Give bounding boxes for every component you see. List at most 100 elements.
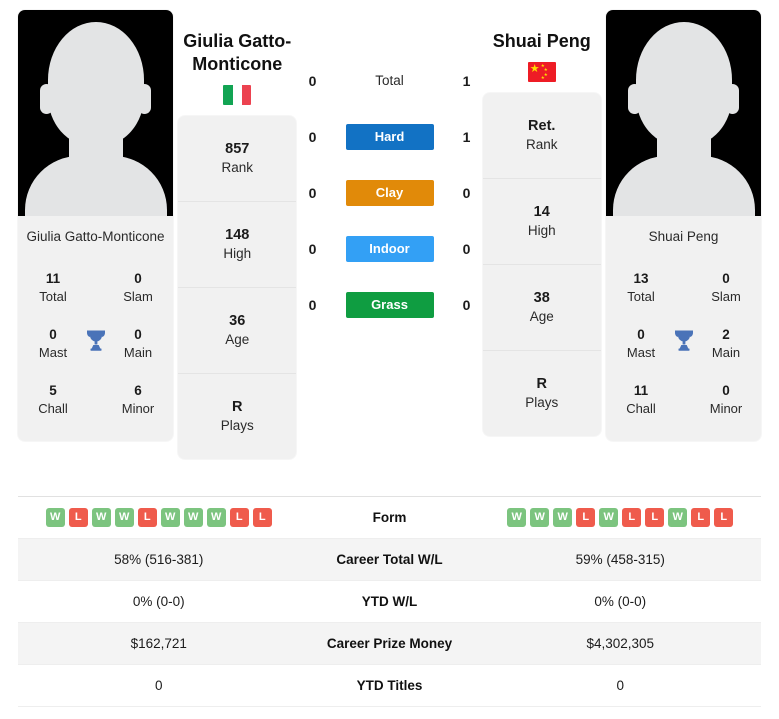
titles-mast: 0 Mast [616, 326, 666, 361]
left-ytd-titles-value: 0 [154, 678, 163, 693]
trophy-icon [83, 328, 109, 359]
titles-total-label: Total [39, 288, 67, 304]
form-badge-win[interactable]: W [507, 508, 527, 527]
form-badge-win[interactable]: W [160, 508, 180, 527]
detail-rank-value: Ret. [528, 118, 556, 134]
detail-plays-label: Plays [220, 418, 254, 433]
titles-chall: 11 Chall [616, 382, 666, 417]
detail-plays: R Plays [178, 374, 296, 459]
form-badge-loss[interactable]: L [714, 508, 734, 527]
titles-chall-value: 11 [633, 382, 649, 398]
titles-row-total-slam: 11 Total 0 Slam [28, 259, 163, 315]
right-career-wl-value: 59% (458-315) [575, 552, 665, 567]
form-badge-win[interactable]: W [599, 508, 619, 527]
h2h-hard-pill[interactable]: Hard [345, 123, 434, 150]
detail-age-value: 38 [533, 290, 550, 306]
trophy-icon [671, 328, 697, 359]
titles-total-label: Total [627, 288, 655, 304]
detail-plays-label: Plays [525, 395, 559, 410]
form-badge-loss[interactable]: L [137, 508, 157, 527]
form-badge-win[interactable]: W [91, 508, 111, 527]
titles-mast: 0 Mast [28, 326, 78, 361]
left-prize-money-value: $162,721 [130, 636, 187, 651]
titles-total: 11 Total [28, 270, 78, 305]
stat-label-form: Form [372, 510, 407, 525]
stat-row-form: WLWWLWWWLL Form WWWLWLLWLL [18, 497, 761, 539]
stat-label-prize-money: Career Prize Money [326, 636, 453, 651]
right-player-info-column: Shuai Peng ★ ★ ★ ★ ★ Ret. Rank 14 High 3… [478, 10, 607, 436]
form-badge-loss[interactable]: L [229, 508, 249, 527]
form-badge-win[interactable]: W [206, 508, 226, 527]
form-badge-win[interactable]: W [668, 508, 688, 527]
form-badge-win[interactable]: W [45, 508, 65, 527]
right-player-card-name: Shuai Peng [648, 229, 719, 244]
h2h-row-indoor: 0 Indoor 0 [302, 230, 478, 267]
detail-rank-label: Rank [525, 137, 558, 152]
h2h-total-left-score: 0 [308, 72, 317, 89]
h2h-row-grass: 0 Grass 0 [302, 286, 478, 323]
left-player-avatar-card[interactable]: Giulia Gatto-Monticone 11 Total 0 Slam 0 [18, 10, 173, 441]
titles-main: 2 Main [701, 326, 751, 361]
detail-high-label: High [527, 223, 556, 238]
stat-label-ytd-wl: YTD W/L [361, 594, 418, 609]
titles-total-value: 13 [633, 270, 649, 286]
titles-chall-label: Chall [38, 400, 68, 416]
titles-slam-label: Slam [711, 288, 741, 304]
detail-plays: R Plays [483, 351, 601, 436]
form-badge-loss[interactable]: L [645, 508, 665, 527]
right-prize-money-value: $4,302,305 [586, 636, 655, 651]
stat-row-prize-money: $162,721 Career Prize Money $4,302,305 [18, 623, 761, 665]
h2h-grass-left-score: 0 [308, 296, 317, 313]
h2h-clay-right-score: 0 [462, 184, 471, 201]
form-badge-loss[interactable]: L [68, 508, 88, 527]
h2h-hard-right-score: 1 [462, 128, 471, 145]
left-player-card-name: Giulia Gatto-Monticone [26, 229, 165, 244]
left-player-titles-grid: 11 Total 0 Slam 0 Mast 0 Main 5 Chall 6 … [18, 255, 173, 441]
titles-slam-value: 0 [722, 270, 730, 286]
detail-rank: Ret. Rank [482, 93, 601, 179]
detail-high: 14 High [482, 179, 601, 265]
avatar-silhouette-ear-left [628, 84, 641, 114]
right-form-strip: WWWLWLLWLL [507, 508, 734, 527]
detail-age: 36 Age [178, 288, 297, 374]
left-player-name[interactable]: Giulia Gatto-Monticone [173, 30, 302, 76]
form-badge-loss[interactable]: L [691, 508, 711, 527]
right-ytd-titles-value: 0 [616, 678, 624, 693]
stat-row-career-wl: 58% (516-381) Career Total W/L 59% (458-… [18, 539, 761, 581]
detail-age-label: Age [529, 309, 554, 324]
avatar-silhouette-body [24, 156, 167, 216]
form-badge-win[interactable]: W [530, 508, 550, 527]
h2h-indoor-pill[interactable]: Indoor [345, 235, 434, 262]
titles-total: 13 Total [616, 270, 666, 305]
detail-high-label: High [223, 246, 252, 261]
stat-row-ytd-wl: 0% (0-0) YTD W/L 0% (0-0) [18, 581, 761, 623]
avatar-silhouette-ear-right [726, 84, 739, 114]
form-badge-win[interactable]: W [183, 508, 203, 527]
titles-mast-label: Mast [626, 344, 656, 360]
players-top-section: Giulia Gatto-Monticone 11 Total 0 Slam 0 [0, 0, 779, 496]
titles-total-value: 11 [45, 270, 61, 286]
titles-minor: 0 Minor [701, 382, 751, 417]
titles-row-mast-main: 0 Mast 0 Main [28, 315, 163, 371]
titles-minor-label: Minor [709, 400, 743, 416]
h2h-indoor-left-score: 0 [308, 240, 317, 257]
h2h-surface-column: 0 Total 1 0 Hard 1 0 Clay 0 0 Indoor 0 0 [302, 10, 478, 323]
titles-row-chall-minor: 11 Chall 0 Minor [616, 371, 751, 427]
form-badge-loss[interactable]: L [622, 508, 642, 527]
titles-slam: 0 Slam [113, 270, 163, 305]
right-player-avatar-card[interactable]: Shuai Peng 13 Total 0 Slam 0 Mast 2 Main… [606, 10, 761, 441]
h2h-grass-pill[interactable]: Grass [345, 291, 434, 318]
detail-plays-value: R [232, 399, 243, 415]
detail-age-label: Age [225, 332, 250, 347]
form-badge-loss[interactable]: L [252, 508, 272, 527]
form-badge-loss[interactable]: L [576, 508, 596, 527]
form-badge-win[interactable]: W [553, 508, 573, 527]
left-form-cell: WLWWLWWWLL [18, 508, 300, 527]
h2h-hard-left-score: 0 [308, 128, 317, 145]
h2h-row-hard: 0 Hard 1 [302, 118, 478, 155]
h2h-clay-pill[interactable]: Clay [345, 179, 434, 206]
form-badge-win[interactable]: W [114, 508, 134, 527]
detail-plays-value: R [536, 376, 547, 392]
right-player-name[interactable]: Shuai Peng [493, 30, 591, 53]
avatar-silhouette-ear-right [138, 84, 151, 114]
